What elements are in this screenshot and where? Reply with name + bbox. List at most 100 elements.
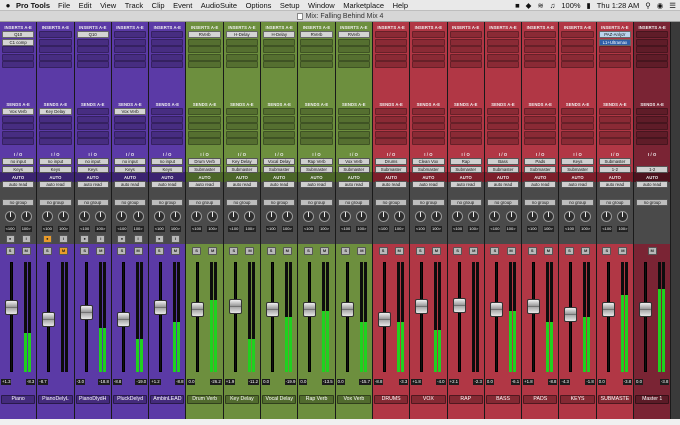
- send-slot[interactable]: [598, 123, 632, 131]
- pan-right-value[interactable]: 100>: [169, 226, 181, 232]
- insert-slot[interactable]: [39, 53, 72, 61]
- insert-slot[interactable]: [76, 61, 109, 69]
- volume-fader[interactable]: [415, 299, 429, 314]
- send-slot[interactable]: [337, 130, 370, 138]
- insert-slot[interactable]: [449, 46, 482, 54]
- group-selector[interactable]: no group: [636, 199, 669, 206]
- output-selector[interactable]: Submaster: [337, 166, 370, 173]
- input-monitor-button[interactable]: I: [133, 235, 143, 243]
- send-slot[interactable]: [449, 108, 482, 115]
- pan-right-value[interactable]: 100>: [319, 226, 331, 232]
- pan-right-value[interactable]: 100>: [281, 226, 293, 232]
- insert-slot[interactable]: [561, 53, 594, 61]
- track-name[interactable]: VOX: [411, 395, 446, 404]
- send-slot[interactable]: [2, 123, 35, 131]
- insert-slot[interactable]: L1+Ultramax: [598, 38, 632, 46]
- solo-button[interactable]: S: [453, 247, 463, 255]
- send-slot[interactable]: [561, 108, 594, 115]
- send-slot[interactable]: [561, 130, 594, 138]
- send-slot[interactable]: [374, 115, 408, 123]
- track-name[interactable]: Vocal Delay: [262, 395, 297, 404]
- group-selector[interactable]: no group: [151, 199, 184, 206]
- send-slot[interactable]: [374, 130, 408, 138]
- automation-mode-selector[interactable]: auto read: [561, 181, 594, 188]
- send-slot[interactable]: [263, 115, 296, 123]
- send-slot[interactable]: [263, 123, 296, 131]
- send-slot[interactable]: [337, 123, 370, 131]
- send-slot[interactable]: [225, 108, 259, 115]
- send-slot[interactable]: [113, 115, 147, 123]
- output-selector[interactable]: Submaster: [449, 166, 482, 173]
- track-comments-area[interactable]: [559, 406, 596, 419]
- send-slot[interactable]: [412, 123, 445, 131]
- mute-button[interactable]: M: [282, 247, 292, 255]
- send-slot[interactable]: [263, 138, 296, 146]
- pan-right-knob[interactable]: [244, 211, 256, 222]
- pan-left-knob[interactable]: [377, 211, 389, 222]
- pan-right-value[interactable]: 100>: [20, 226, 32, 232]
- volume-fader[interactable]: [42, 312, 56, 327]
- input-selector[interactable]: Vox Verb: [337, 158, 370, 165]
- group-selector[interactable]: no group: [39, 199, 72, 206]
- send-slot[interactable]: [225, 130, 259, 138]
- pan-left-knob[interactable]: [41, 211, 53, 222]
- mute-button[interactable]: M: [647, 247, 657, 255]
- track-name[interactable]: PianoDelyL: [38, 395, 73, 404]
- peak-value[interactable]: -6.1: [510, 379, 521, 385]
- menu-track[interactable]: Track: [125, 1, 143, 10]
- mute-button[interactable]: M: [133, 247, 143, 255]
- send-slot[interactable]: [486, 138, 520, 146]
- battery-percent[interactable]: 100%: [561, 1, 580, 10]
- volume-fader[interactable]: [79, 305, 93, 320]
- input-selector[interactable]: Pads: [524, 158, 557, 165]
- pan-left-knob[interactable]: [564, 211, 576, 222]
- send-slot[interactable]: [39, 130, 72, 138]
- output-selector[interactable]: Submaster: [374, 166, 408, 173]
- insert-slot[interactable]: [76, 53, 109, 61]
- insert-slot[interactable]: [2, 46, 35, 54]
- peak-value[interactable]: -3.8: [659, 379, 670, 385]
- record-enable-button[interactable]: ●: [80, 235, 90, 243]
- track-comments-area[interactable]: [0, 406, 37, 419]
- insert-slot[interactable]: [113, 53, 147, 61]
- output-selector[interactable]: Submaster: [188, 166, 221, 173]
- send-slot[interactable]: [2, 138, 35, 146]
- solo-button[interactable]: S: [527, 247, 537, 255]
- send-slot[interactable]: [374, 138, 408, 146]
- send-slot[interactable]: [598, 108, 632, 115]
- insert-slot[interactable]: [263, 53, 296, 61]
- pan-right-value[interactable]: 100>: [58, 226, 70, 232]
- pan-right-value[interactable]: 100>: [468, 226, 480, 232]
- mute-button[interactable]: M: [21, 247, 31, 255]
- mute-button[interactable]: M: [357, 247, 367, 255]
- group-selector[interactable]: no group: [598, 199, 632, 206]
- insert-slot[interactable]: [374, 38, 408, 46]
- insert-slot[interactable]: [151, 53, 184, 61]
- volume-value[interactable]: -8.8: [112, 379, 123, 385]
- automation-mode-selector[interactable]: auto read: [188, 181, 221, 188]
- track-name[interactable]: Master 1: [635, 395, 670, 404]
- track-comments-area[interactable]: [335, 406, 372, 419]
- insert-slot[interactable]: [598, 46, 632, 54]
- insert-slot[interactable]: [151, 61, 184, 69]
- send-slot[interactable]: Vox Verb: [113, 108, 147, 115]
- pan-right-value[interactable]: 100>: [244, 226, 256, 232]
- automation-mode-selector[interactable]: auto read: [486, 181, 520, 188]
- pan-right-value[interactable]: 100>: [207, 226, 219, 232]
- solo-button[interactable]: S: [154, 247, 164, 255]
- pan-right-knob[interactable]: [430, 211, 442, 222]
- peak-value[interactable]: -4.0: [436, 379, 446, 385]
- automation-mode-selector[interactable]: auto read: [225, 181, 259, 188]
- pan-right-knob[interactable]: [580, 211, 592, 222]
- insert-slot[interactable]: [598, 53, 632, 61]
- group-selector[interactable]: no group: [76, 199, 109, 206]
- volume-fader[interactable]: [340, 302, 354, 317]
- insert-slot[interactable]: [561, 38, 594, 46]
- send-slot[interactable]: [2, 130, 35, 138]
- insert-slot[interactable]: [300, 46, 333, 54]
- search-icon[interactable]: ⚲: [645, 1, 651, 10]
- pan-left-value[interactable]: <100: [4, 226, 16, 232]
- peak-value[interactable]: -19.0: [135, 379, 148, 385]
- send-slot[interactable]: [188, 115, 221, 123]
- group-selector[interactable]: no group: [486, 199, 520, 206]
